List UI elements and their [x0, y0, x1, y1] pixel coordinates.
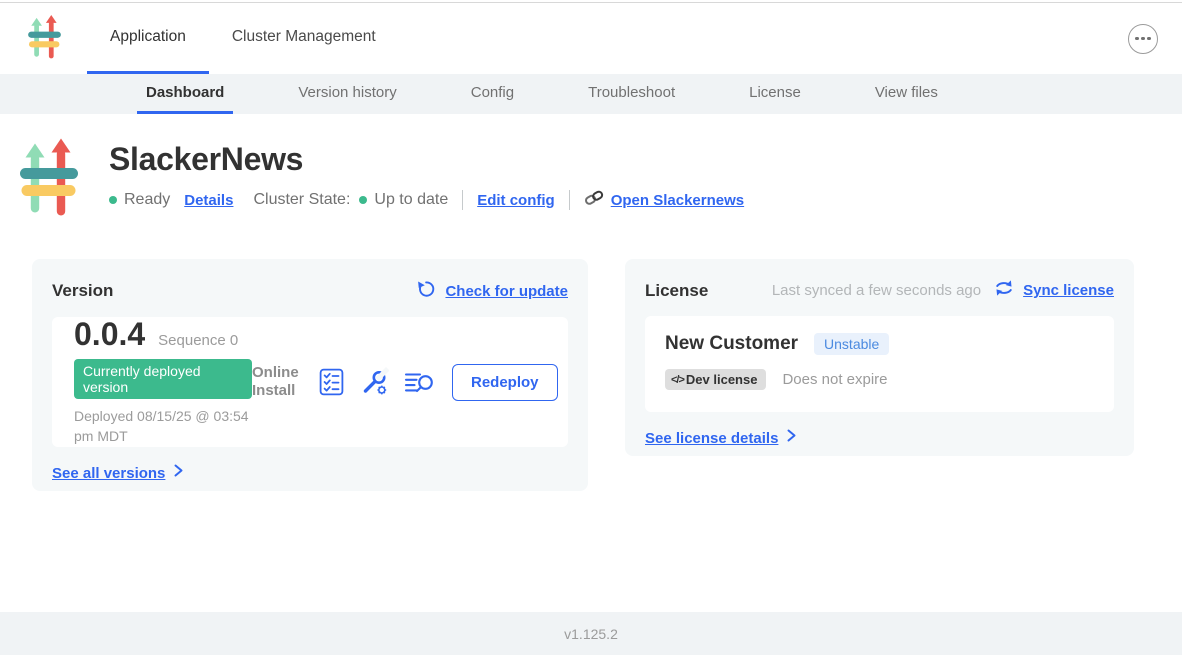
subnav-item-view-files[interactable]: View files	[866, 74, 947, 114]
license-card: License Last synced a few seconds ago Sy…	[625, 259, 1134, 456]
code-icon: </>	[671, 374, 684, 386]
license-expiry-text: Does not expire	[782, 371, 887, 388]
footer-bar: v1.125.2	[0, 612, 1182, 655]
view-files-search-icon[interactable]	[404, 368, 435, 396]
divider	[569, 190, 570, 210]
chevron-right-icon	[786, 428, 797, 448]
dashboard-cards: Version Check for update 0.0.4 Sequ	[32, 259, 1134, 491]
last-synced-text: Last synced a few seconds ago	[772, 282, 981, 299]
ellipsis-icon	[1135, 37, 1139, 41]
edit-config-link[interactable]: Edit config	[477, 192, 555, 209]
tab-application-label: Application	[110, 28, 186, 46]
cluster-state-dot	[359, 196, 367, 204]
subnav-item-version-history[interactable]: Version history	[289, 74, 405, 114]
console-version: v1.125.2	[564, 626, 618, 642]
channel-badge: Unstable	[814, 333, 889, 355]
cluster-state-text: Up to date	[374, 191, 448, 209]
open-app-link[interactable]: Open Slackernews	[611, 192, 744, 209]
license-card-title: License	[645, 281, 708, 301]
more-menu-button[interactable]	[1128, 24, 1158, 54]
version-sequence: Sequence 0	[158, 332, 238, 349]
sync-license-link[interactable]: Sync license	[1023, 282, 1114, 299]
refresh-icon	[417, 279, 436, 303]
version-card-title: Version	[52, 281, 113, 301]
main-content: SlackerNews Ready Details Cluster State:…	[0, 114, 1182, 491]
tab-cluster-management[interactable]: Cluster Management	[209, 3, 399, 74]
subnav-item-dashboard[interactable]: Dashboard	[137, 74, 233, 114]
see-all-versions-link[interactable]: See all versions	[52, 465, 165, 482]
check-for-update-link[interactable]: Check for update	[445, 283, 568, 300]
version-number: 0.0.4	[74, 318, 145, 350]
top-header: Application Cluster Management	[0, 3, 1182, 74]
version-card: Version Check for update 0.0.4 Sequ	[32, 259, 588, 491]
app-logo-large-icon	[20, 138, 78, 222]
subnav-item-license[interactable]: License	[740, 74, 810, 114]
subnav-item-troubleshoot[interactable]: Troubleshoot	[579, 74, 684, 114]
divider	[462, 190, 463, 210]
app-subnav: Dashboard Version history Config Trouble…	[0, 74, 1182, 114]
open-app-link-wrap[interactable]: Open Slackernews	[584, 189, 744, 211]
app-status-text: Ready	[124, 191, 170, 209]
install-type-label: Online Install	[252, 364, 304, 400]
preflight-checks-icon[interactable]	[319, 368, 344, 396]
license-type-badge: </> Dev license	[665, 369, 766, 390]
license-type-label: Dev license	[686, 372, 758, 387]
status-details-link[interactable]: Details	[184, 192, 233, 209]
header-tabs: Application Cluster Management	[87, 3, 399, 74]
app-status-row: Ready Details Cluster State: Up to date …	[109, 189, 744, 211]
app-header: SlackerNews Ready Details Cluster State:…	[20, 138, 1158, 222]
sync-arrows-icon	[994, 279, 1014, 302]
current-version-panel: 0.0.4 Sequence 0 Currently deployed vers…	[52, 317, 568, 447]
redeploy-button[interactable]: Redeploy	[452, 364, 558, 401]
tab-cluster-management-label: Cluster Management	[232, 28, 376, 46]
chevron-right-icon	[173, 463, 184, 483]
chain-link-icon	[584, 189, 605, 211]
app-status-dot	[109, 196, 117, 204]
page-title: SlackerNews	[109, 141, 744, 178]
subnav-item-config[interactable]: Config	[462, 74, 523, 114]
deployed-status-badge: Currently deployed version	[74, 359, 252, 399]
deployed-timestamp: Deployed 08/15/25 @ 03:54 pm MDT	[74, 407, 252, 446]
config-wrench-icon[interactable]	[359, 367, 389, 397]
app-logo-icon	[28, 15, 61, 64]
see-license-details-link[interactable]: See license details	[645, 430, 778, 447]
cluster-state-label: Cluster State:	[253, 191, 350, 209]
license-details-panel: New Customer Unstable </> Dev license Do…	[645, 316, 1114, 412]
tab-application[interactable]: Application	[87, 3, 209, 74]
customer-name: New Customer	[665, 333, 798, 355]
